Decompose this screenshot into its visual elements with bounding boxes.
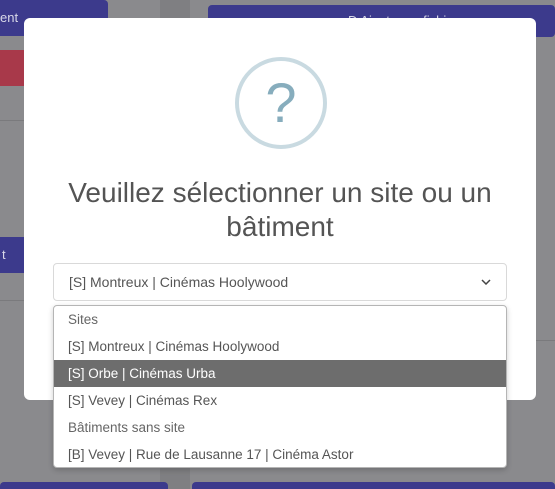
dropdown-option-vevey-astor[interactable]: [B] Vevey | Rue de Lausanne 17 | Cinéma …	[54, 441, 506, 467]
background-bottom-left-button	[0, 482, 168, 489]
dropdown-option-montreux[interactable]: [S] Montreux | Cinémas Hoolywood	[54, 333, 506, 360]
question-mark-icon: ?	[235, 57, 327, 149]
site-select[interactable]: [S] Montreux | Cinémas Hoolywood	[53, 263, 507, 301]
chevron-down-icon[interactable]	[480, 264, 492, 300]
dropdown-group-sites: Sites	[68, 312, 99, 327]
site-select-value: [S] Montreux | Cinémas Hoolywood	[69, 274, 289, 290]
background-mid-left-button-label: t	[2, 247, 6, 262]
modal-title: Veuillez sélectionner un site ou un bâti…	[68, 177, 492, 242]
background-top-left-button-label: ent	[0, 10, 19, 25]
dropdown-option-vevey[interactable]: [S] Vevey | Cinémas Rex	[54, 387, 506, 414]
question-mark-glyph: ?	[265, 71, 297, 134]
site-select-dropdown: Sites [S] Montreux | Cinémas Hoolywood […	[53, 305, 507, 468]
background-mid-left-button: t	[0, 237, 26, 273]
background-bottom-right-button	[192, 482, 555, 489]
background-red-button	[0, 50, 24, 86]
dropdown-option-orbe[interactable]: [S] Orbe | Cinémas Urba	[54, 360, 506, 387]
dropdown-group-buildings-without-site: Bâtiments sans site	[68, 420, 186, 435]
